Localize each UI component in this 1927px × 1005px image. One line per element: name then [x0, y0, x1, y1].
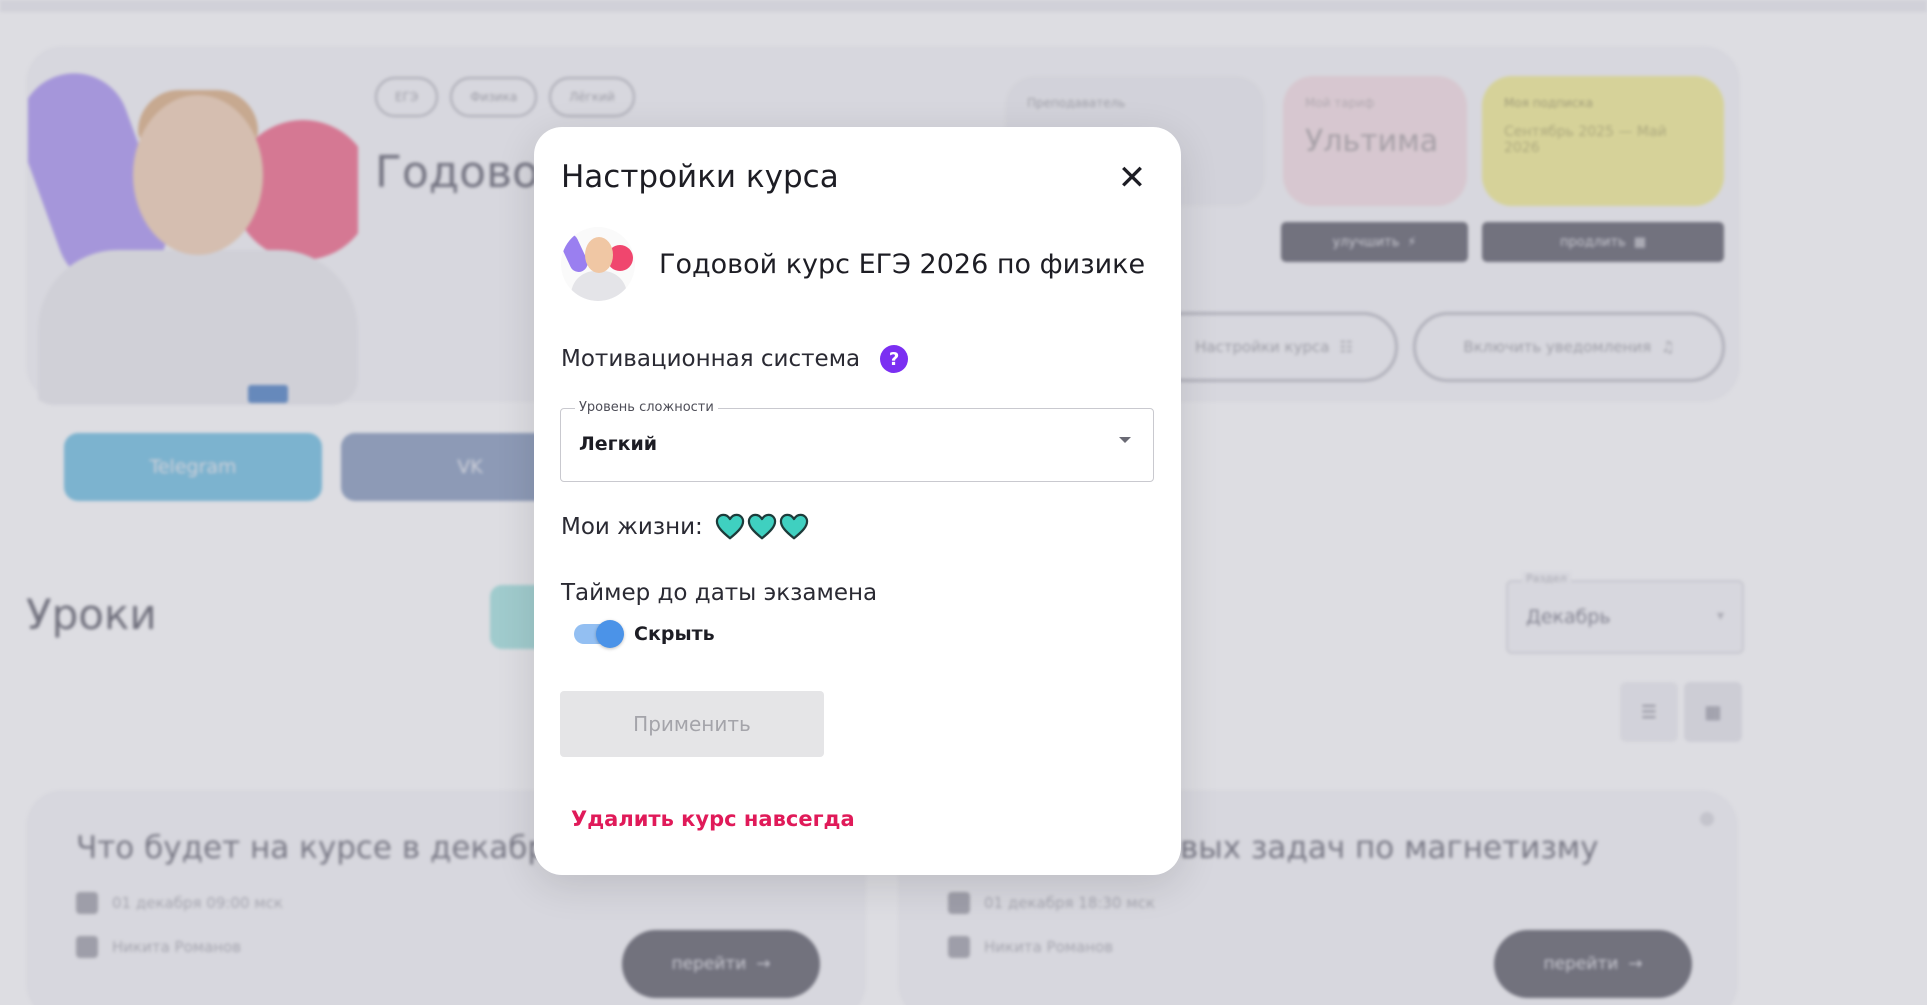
course-info: Годовой курс ЕГЭ 2026 по физике	[561, 227, 1145, 301]
lives-label: Мои жизни:	[561, 514, 703, 540]
difficulty-legend: Уровень сложности	[575, 400, 718, 415]
motivation-row: Мотивационная система ?	[561, 345, 909, 373]
timer-toggle-label: Скрыть	[634, 623, 715, 645]
toggle-switch[interactable]	[574, 620, 624, 648]
delete-course-link[interactable]: Удалить курс навсегда	[571, 807, 855, 831]
toggle-knob	[596, 620, 624, 648]
difficulty-value: Легкий	[579, 433, 658, 455]
close-icon[interactable]: ✕	[1112, 159, 1152, 199]
course-settings-modal: Настройки курса ✕ Годовой курс ЕГЭ 2026 …	[534, 127, 1181, 875]
difficulty-select[interactable]: Уровень сложности Легкий	[560, 400, 1154, 482]
course-avatar	[561, 227, 635, 301]
timer-label: Таймер до даты экзамена	[561, 580, 878, 606]
chevron-down-icon	[1119, 437, 1131, 443]
heart-icon	[747, 513, 776, 540]
apply-button[interactable]: Применить	[560, 691, 824, 757]
heart-icon	[715, 513, 744, 540]
timer-toggle[interactable]: Скрыть	[574, 620, 715, 648]
motivation-label: Мотивационная система	[561, 346, 861, 372]
help-icon[interactable]: ?	[880, 345, 909, 373]
course-name: Годовой курс ЕГЭ 2026 по физике	[659, 248, 1146, 280]
lives-hearts	[715, 513, 809, 541]
lives-row: Мои жизни:	[561, 513, 809, 541]
modal-title: Настройки курса	[561, 159, 839, 195]
heart-icon	[779, 513, 808, 540]
